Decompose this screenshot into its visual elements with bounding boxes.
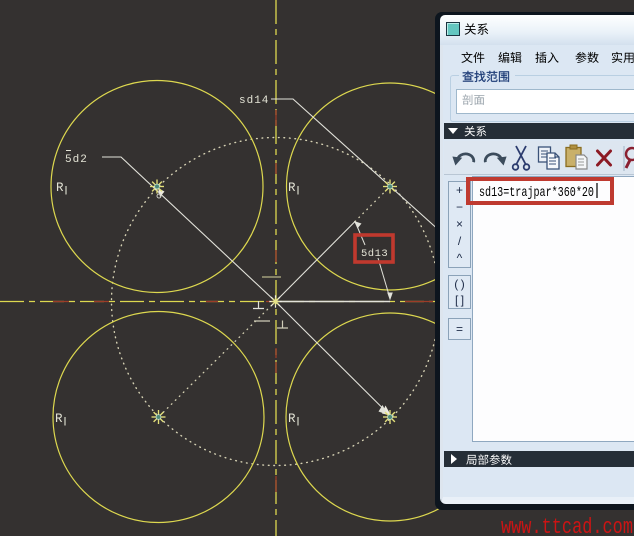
svg-text:www.ttcad.com: www.ttcad.com [501, 515, 633, 536]
